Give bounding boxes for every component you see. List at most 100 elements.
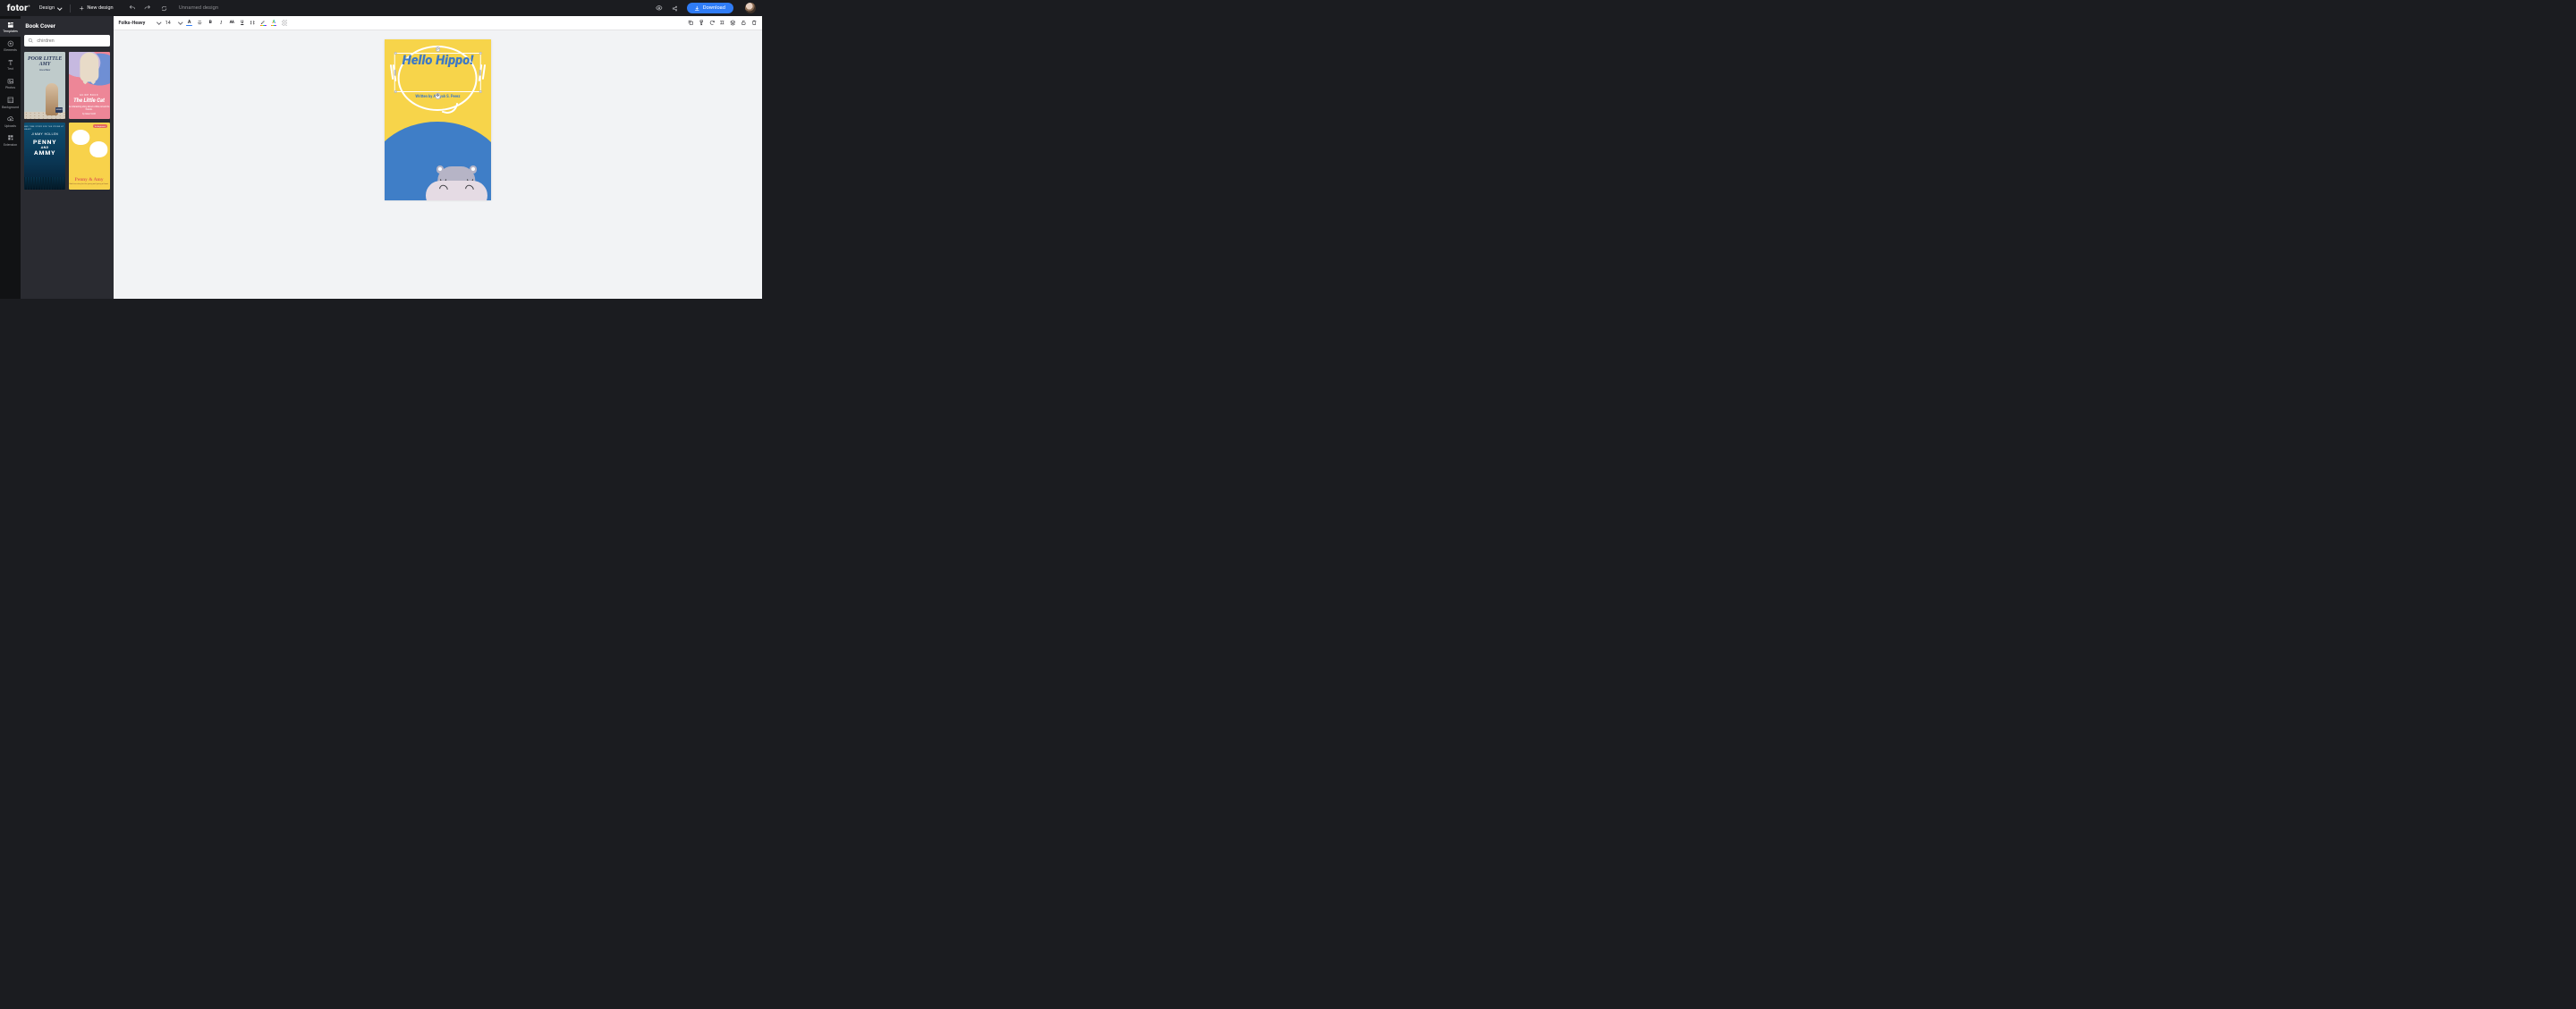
template-card[interactable]: POOR LITTLE AMY Grace Baker HUNGRY: [24, 52, 65, 119]
rail-photos[interactable]: Photos: [0, 75, 21, 93]
resize-handle[interactable]: [394, 52, 396, 55]
main-area: Templates Elements Text Photos Backgroun…: [0, 16, 762, 298]
layers-button[interactable]: [730, 20, 736, 26]
template-overline: BED TIME STORY FOR THE YOUNG AT HEART: [24, 125, 65, 131]
cats-illustration: [73, 128, 106, 157]
copy-style-button[interactable]: [699, 20, 705, 26]
rail-label: Background: [2, 106, 19, 109]
template-title: The Little Cat: [73, 98, 105, 104]
font-size: 14: [165, 21, 171, 26]
rail-label: Photos: [5, 86, 15, 89]
align-objects-button[interactable]: [719, 20, 725, 26]
canvas-area: Folks-Heavy 14 A B I AA U: [114, 16, 763, 298]
text-icon: [7, 59, 14, 66]
resize-handle[interactable]: [479, 70, 481, 76]
download-label: Download: [703, 5, 725, 11]
fotor-logo: fotor®: [7, 4, 30, 13]
color-swatch: [186, 25, 192, 26]
font-picker[interactable]: Folks-Heavy: [119, 21, 161, 26]
design-menu-label: Design: [39, 5, 55, 11]
chevron-down-icon: [178, 21, 182, 25]
template-grid: POOR LITTLE AMY Grace Baker HUNGRY GUIDE…: [24, 52, 109, 190]
template-card[interactable]: for beginners Penny & Amy Bed time story…: [69, 123, 110, 190]
rail-elements[interactable]: Elements: [0, 38, 21, 55]
selection-box[interactable]: ⟳ ✥: [394, 53, 480, 92]
rail-templates[interactable]: Templates: [0, 19, 21, 37]
align-button[interactable]: [197, 20, 203, 26]
opacity-button[interactable]: [282, 20, 288, 26]
gradient-text-button[interactable]: A: [271, 20, 277, 26]
gradient-swatch: [271, 25, 277, 26]
background-icon: [7, 97, 14, 104]
highlight-button[interactable]: [260, 20, 267, 26]
bold-button[interactable]: B: [208, 20, 214, 26]
duplicate-button[interactable]: [688, 20, 694, 26]
rail-extension[interactable]: Extension: [0, 131, 21, 149]
panel-title: Book Cover: [25, 22, 108, 30]
template-card[interactable]: BED TIME STORY FOR THE YOUNG AT HEART JI…: [24, 123, 65, 190]
rail-label: Uploads: [4, 124, 16, 128]
rail-label: Text: [7, 67, 13, 71]
design-page[interactable]: Hello Hippo! Written by Aaliyah S. Perez…: [385, 39, 490, 201]
font-name: Folks-Heavy: [119, 21, 146, 26]
design-name-field[interactable]: Unnamed design: [179, 5, 218, 11]
text-case-button[interactable]: AA: [229, 20, 235, 26]
photos-icon: [7, 78, 14, 85]
template-search[interactable]: [24, 35, 109, 47]
undo-button[interactable]: [128, 4, 137, 13]
templates-icon: [7, 21, 14, 29]
plus-icon: [79, 5, 85, 12]
gradient-swatch: [260, 25, 267, 26]
spacing-button[interactable]: [250, 20, 256, 26]
rail-background[interactable]: Background: [0, 94, 21, 112]
share-button[interactable]: [671, 4, 680, 13]
extension-icon: [7, 134, 14, 141]
rail-uploads[interactable]: Uploads: [0, 113, 21, 131]
underline-button[interactable]: U: [240, 20, 246, 26]
chevron-down-icon: [157, 21, 161, 25]
download-button[interactable]: Download: [687, 3, 733, 13]
rotate-button[interactable]: [709, 20, 716, 26]
delete-button[interactable]: [751, 20, 758, 26]
resize-handle[interactable]: [479, 90, 482, 93]
text-color-button[interactable]: A: [186, 20, 192, 26]
resize-handle[interactable]: [479, 52, 482, 55]
preview-button[interactable]: [655, 4, 664, 13]
canvas-stage[interactable]: Hello Hippo! Written by Aaliyah S. Perez…: [114, 30, 763, 299]
font-size-picker[interactable]: 14: [165, 21, 182, 26]
download-icon: [694, 5, 700, 12]
template-author: JIMMY HOLLEN: [31, 132, 58, 136]
rail-label: Elements: [4, 48, 17, 52]
resize-handle[interactable]: [394, 70, 396, 76]
italic-button[interactable]: I: [218, 20, 225, 26]
sync-button[interactable]: [159, 4, 168, 13]
move-handle[interactable]: ✥: [435, 93, 441, 99]
resize-handle[interactable]: [394, 90, 396, 93]
template-title: PENNY AND AMMY: [33, 139, 56, 157]
rail-label: Extension: [4, 143, 17, 147]
template-desc: Bed time story for the young and young a…: [70, 183, 109, 185]
template-author: Grace Baker: [39, 69, 50, 72]
template-title: Penny & Amy: [75, 177, 104, 182]
design-menu[interactable]: Design: [39, 5, 62, 11]
templates-panel: Book Cover POOR LITTLE AMY Grace Baker H…: [21, 16, 114, 298]
lock-button[interactable]: [741, 20, 747, 26]
trees-illustration: [24, 177, 65, 190]
user-avatar[interactable]: [745, 3, 756, 13]
template-title: POOR LITTLE AMY: [24, 56, 65, 67]
rail-label: Templates: [3, 30, 18, 33]
template-card[interactable]: GUIDE BOOK The Little Cat An interesting…: [69, 52, 110, 119]
elements-icon: [7, 40, 14, 47]
rail-text[interactable]: Text: [0, 56, 21, 74]
side-rail: Templates Elements Text Photos Backgroun…: [0, 16, 21, 298]
template-desc: An interesting story about a little cat …: [69, 106, 110, 111]
bucket-illustration: HUNGRY: [55, 107, 63, 114]
template-overline: GUIDE BOOK: [80, 94, 98, 97]
search-icon: [28, 38, 34, 44]
new-design-button[interactable]: New design: [79, 5, 114, 12]
uploads-icon: [7, 115, 14, 123]
template-by: by Isaac Scott: [82, 113, 96, 115]
redo-button[interactable]: [143, 4, 152, 13]
search-input[interactable]: [37, 38, 106, 44]
text-toolbar: Folks-Heavy 14 A B I AA U: [114, 16, 763, 30]
